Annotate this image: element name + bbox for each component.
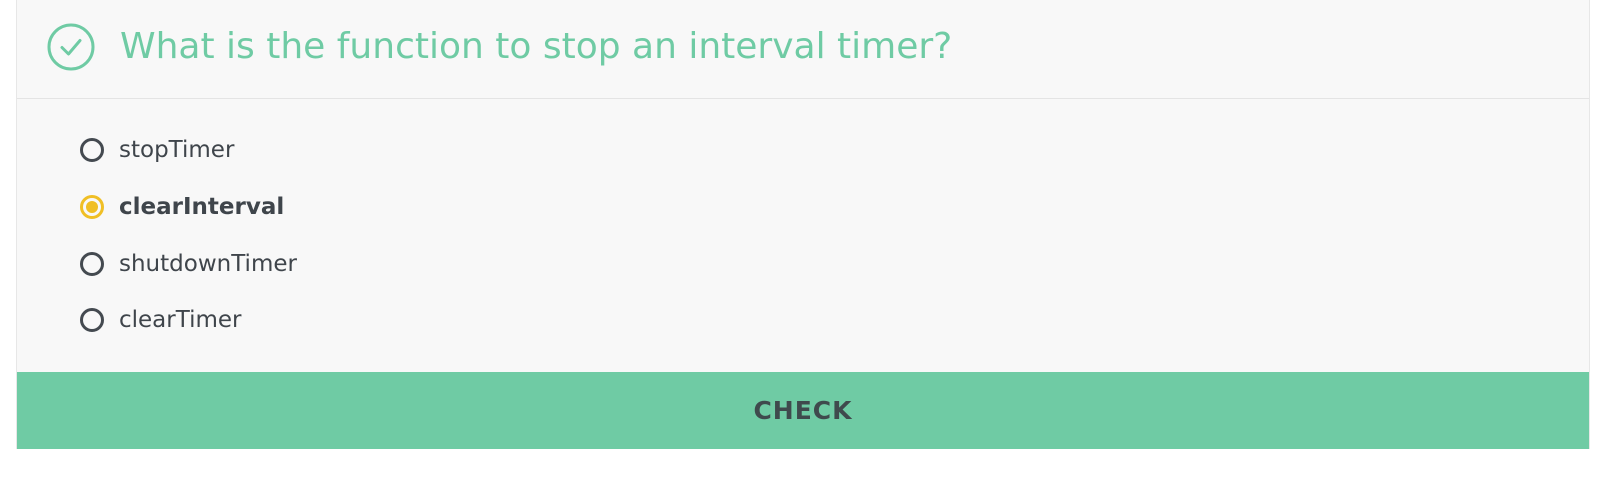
answer-option-stoptimer[interactable]: stopTimer <box>80 130 234 170</box>
check-button[interactable]: CHECK <box>17 372 1589 449</box>
answer-option-label: shutdownTimer <box>119 251 297 277</box>
answer-option-shutdowntimer[interactable]: shutdownTimer <box>80 244 297 284</box>
answer-option-label: stopTimer <box>119 137 235 163</box>
answer-options: stopTimer clearInterval shutdownTimer cl… <box>17 99 1589 372</box>
answer-option-label: clearInterval <box>119 194 285 220</box>
answer-option-label: clearTimer <box>119 307 242 333</box>
quiz-card: What is the function to stop an interval… <box>16 0 1590 449</box>
radio-button-selected[interactable] <box>80 195 104 219</box>
quiz-header: What is the function to stop an interval… <box>17 0 1589 99</box>
radio-button[interactable] <box>80 308 104 332</box>
check-circle-icon <box>47 23 95 71</box>
answer-option-clearinterval[interactable]: clearInterval <box>80 187 284 227</box>
question-title: What is the function to stop an interval… <box>120 26 953 67</box>
radio-button[interactable] <box>80 252 104 276</box>
radio-button[interactable] <box>80 138 104 162</box>
answer-option-cleartimer[interactable]: clearTimer <box>80 300 241 340</box>
